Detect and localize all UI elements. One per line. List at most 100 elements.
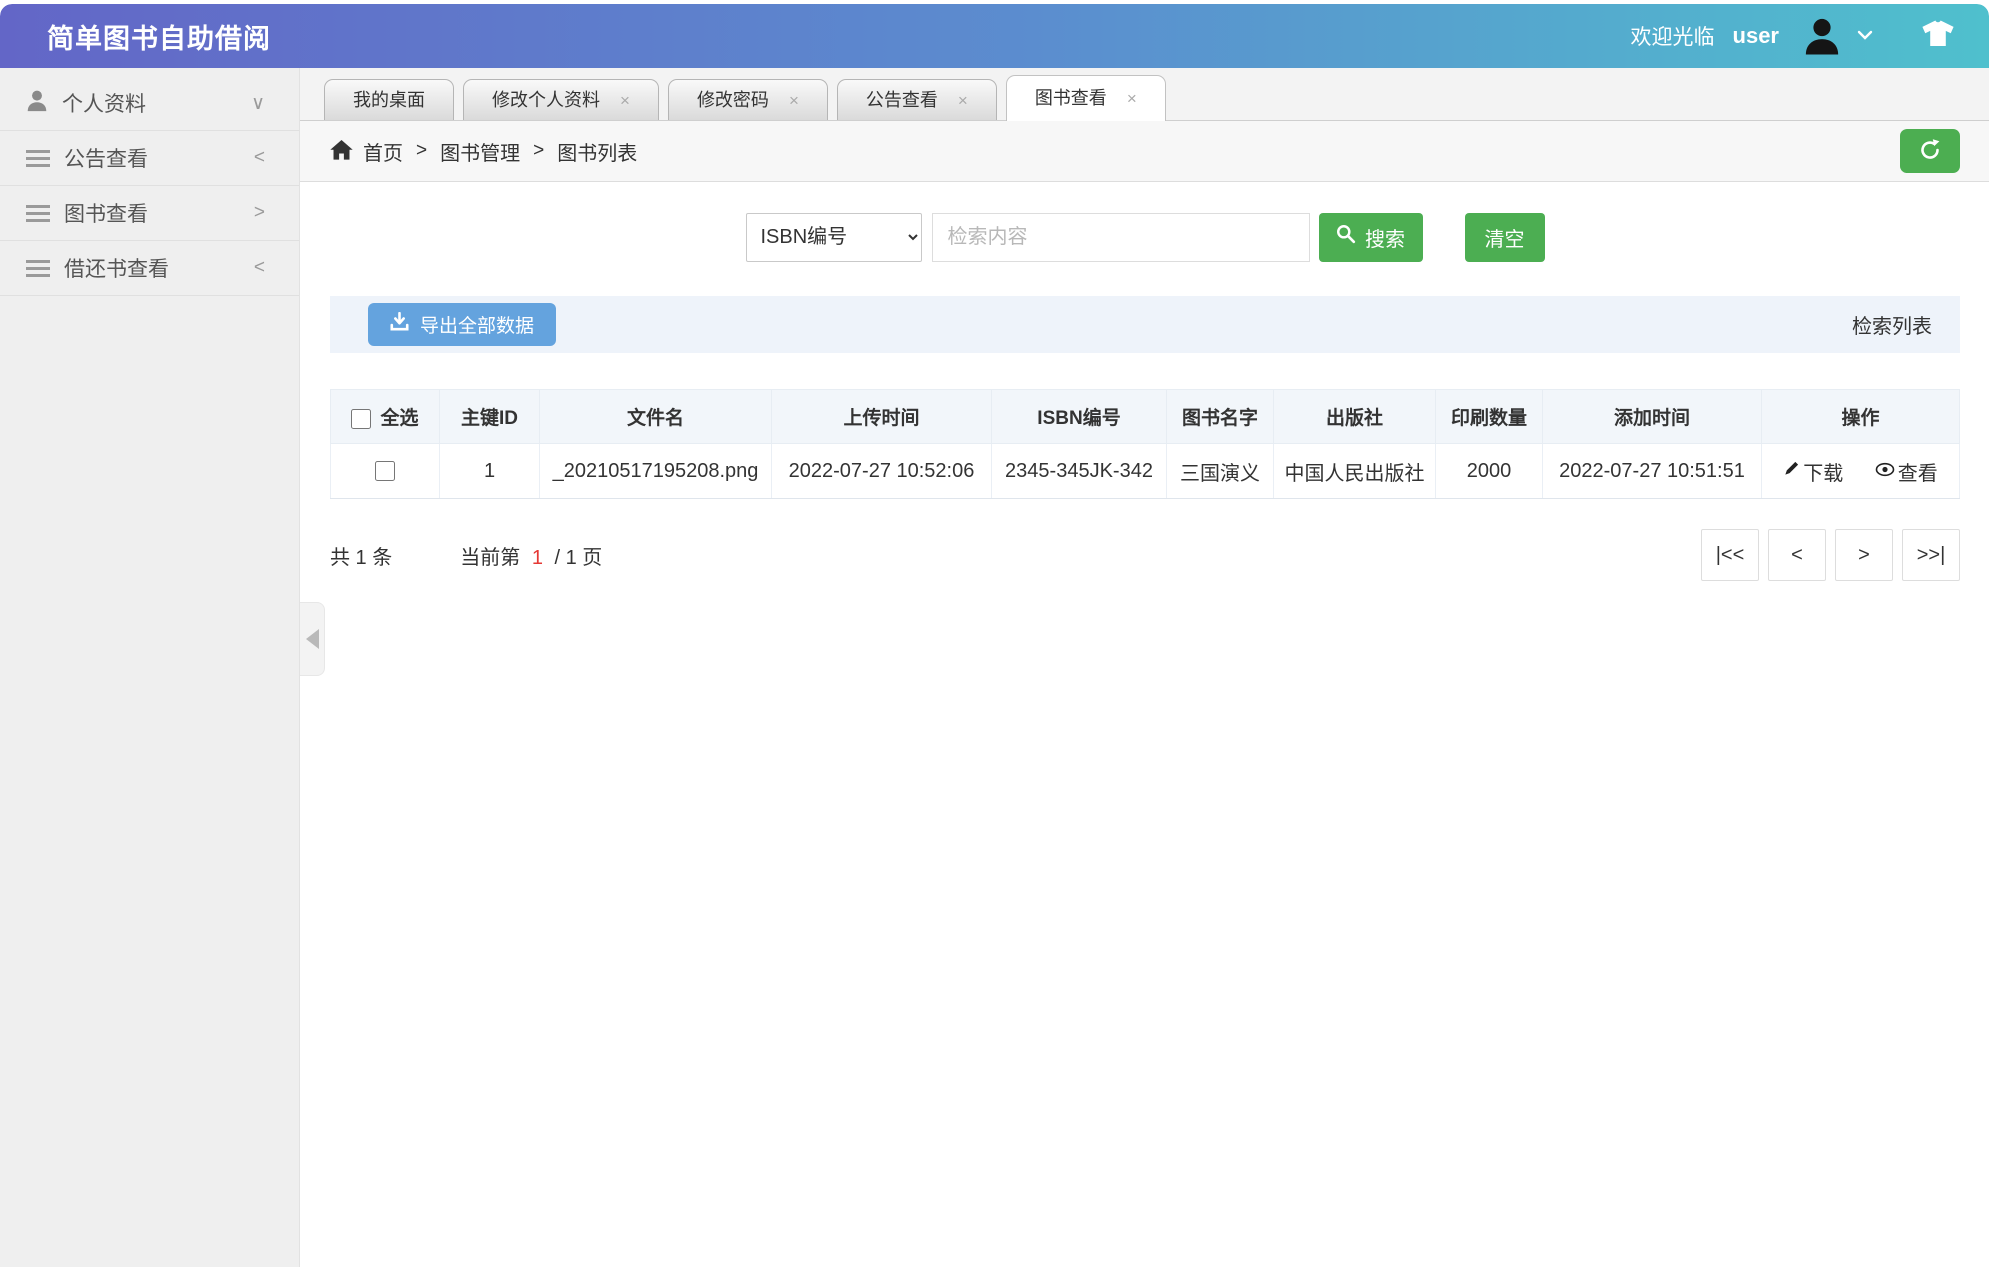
select-all-label: 全选 (380, 408, 418, 429)
sidebar-item-borrow-return[interactable]: 借还书查看 < (0, 241, 299, 296)
search-input[interactable] (932, 213, 1310, 262)
refresh-icon (1917, 137, 1943, 166)
current-page-number: 1 (532, 547, 543, 569)
row-checkbox[interactable] (375, 461, 395, 481)
row-isbn: 2345-345JK-342 (992, 444, 1167, 499)
column-header-operation: 操作 (1762, 390, 1960, 444)
row-select-cell (331, 444, 440, 499)
user-icon (26, 89, 48, 118)
table-row: 1 _20210517195208.png 2022-07-27 10:52:0… (331, 444, 1960, 499)
table-header-row: 全选 主键ID 文件名 上传时间 ISBN编号 图书名字 出版社 印刷数量 添加… (331, 390, 1960, 444)
tab-edit-profile[interactable]: 修改个人资料 × (463, 79, 659, 120)
breadcrumb-book-list[interactable]: 图书列表 (557, 137, 637, 166)
column-header-print-count: 印刷数量 (1436, 390, 1543, 444)
pencil-icon (1783, 460, 1800, 483)
pagination: 共 1 条 当前第 1 / 1 页 |<< < > >>| (330, 529, 1960, 581)
search-field-select[interactable]: ISBN编号 (746, 213, 922, 262)
close-icon[interactable]: × (958, 81, 968, 120)
breadcrumb: 首页 > 图书管理 > 图书列表 (300, 121, 1989, 182)
row-upload-time: 2022-07-27 10:52:06 (772, 444, 992, 499)
search-button[interactable]: 搜索 (1319, 213, 1423, 262)
close-icon[interactable]: × (789, 81, 799, 120)
search-button-label: 搜索 (1365, 223, 1405, 252)
column-header-id: 主键ID (440, 390, 540, 444)
books-table: 全选 主键ID 文件名 上传时间 ISBN编号 图书名字 出版社 印刷数量 添加… (330, 389, 1960, 499)
sidebar-item-label: 公告查看 (64, 143, 148, 173)
close-icon[interactable]: × (1127, 79, 1137, 118)
tab-bar: 我的桌面 修改个人资料 × 修改密码 × 公告查看 × 图书查看 × (300, 68, 1989, 121)
column-header-file-name: 文件名 (540, 390, 772, 444)
tab-books-active[interactable]: 图书查看 × (1006, 75, 1166, 121)
select-all-checkbox[interactable] (351, 409, 371, 429)
breadcrumb-home[interactable]: 首页 (363, 137, 403, 166)
sidebar-item-label: 图书查看 (64, 198, 148, 228)
current-page-text: 当前第 1 / 1 页 (460, 541, 602, 570)
tab-label: 修改密码 (697, 81, 769, 120)
app-window: 简单图书自助借阅 欢迎光临 user 个人资料 ∨ (0, 4, 1989, 1267)
tab-label: 修改个人资料 (492, 81, 600, 120)
last-page-button[interactable]: >>| (1902, 529, 1960, 581)
sidebar-item-label: 个人资料 (62, 88, 146, 118)
export-all-label: 导出全部数据 (420, 311, 534, 338)
tab-label: 公告查看 (866, 81, 938, 120)
tab-announcements[interactable]: 公告查看 × (837, 79, 997, 120)
chevron-right-icon: > (254, 202, 265, 224)
refresh-button[interactable] (1900, 129, 1960, 173)
welcome-text: 欢迎光临 (1631, 21, 1715, 51)
search-icon (1336, 224, 1356, 250)
prev-page-button[interactable]: < (1768, 529, 1826, 581)
tab-change-password[interactable]: 修改密码 × (668, 79, 828, 120)
row-file-name: _20210517195208.png (540, 444, 772, 499)
sidebar-item-profile[interactable]: 个人资料 ∨ (0, 76, 299, 131)
row-publisher: 中国人民出版社 (1274, 444, 1436, 499)
search-area: ISBN编号 搜索 清空 (300, 212, 1989, 262)
sidebar: 个人资料 ∨ 公告查看 < 图书查看 > 借还书查看 < (0, 68, 300, 1267)
sidebar-item-books[interactable]: 图书查看 > (0, 186, 299, 241)
next-page-button[interactable]: > (1835, 529, 1893, 581)
download-link[interactable]: 下载 (1783, 457, 1843, 486)
app-header: 简单图书自助借阅 欢迎光临 user (0, 4, 1989, 68)
user-menu-chevron-down-icon[interactable] (1857, 27, 1873, 45)
download-link-label: 下载 (1803, 457, 1843, 486)
theme-tshirt-icon[interactable] (1921, 20, 1955, 53)
eye-icon (1875, 460, 1895, 483)
column-header-isbn: ISBN编号 (992, 390, 1167, 444)
pager-buttons: |<< < > >>| (1701, 529, 1960, 581)
export-all-button[interactable]: 导出全部数据 (368, 303, 556, 346)
column-header-add-time: 添加时间 (1543, 390, 1762, 444)
row-operation-cell: 下载 查看 (1762, 444, 1960, 499)
total-pages-text: / 1 页 (555, 547, 603, 569)
sidebar-collapse-handle[interactable] (300, 602, 325, 676)
menu-icon (26, 260, 50, 277)
row-id: 1 (440, 444, 540, 499)
chevron-left-icon: < (254, 257, 265, 279)
home-icon (330, 140, 353, 166)
user-avatar-icon[interactable] (1803, 16, 1841, 56)
app-title: 简单图书自助借阅 (0, 17, 271, 56)
triangle-left-icon (306, 629, 319, 649)
main-content: 我的桌面 修改个人资料 × 修改密码 × 公告查看 × 图书查看 × (300, 68, 1989, 1267)
column-header-upload-time: 上传时间 (772, 390, 992, 444)
current-page-prefix: 当前第 (460, 547, 520, 569)
row-print-count: 2000 (1436, 444, 1543, 499)
clear-button[interactable]: 清空 (1465, 213, 1545, 262)
header-user-area: 欢迎光临 user (1631, 16, 1989, 56)
close-icon[interactable]: × (620, 81, 630, 120)
first-page-button[interactable]: |<< (1701, 529, 1759, 581)
select-all-header: 全选 (331, 390, 440, 444)
tab-label: 我的桌面 (353, 81, 425, 120)
download-icon (390, 312, 409, 337)
view-link[interactable]: 查看 (1875, 457, 1938, 486)
chevron-left-icon: < (254, 147, 265, 169)
sidebar-item-announcements[interactable]: 公告查看 < (0, 131, 299, 186)
menu-icon (26, 150, 50, 167)
list-title: 检索列表 (1852, 310, 1932, 339)
view-link-label: 查看 (1898, 457, 1938, 486)
breadcrumb-book-management[interactable]: 图书管理 (440, 137, 520, 166)
menu-icon (26, 205, 50, 222)
clear-button-label: 清空 (1485, 223, 1525, 252)
tab-my-desktop[interactable]: 我的桌面 (324, 79, 454, 120)
breadcrumb-separator: > (533, 140, 544, 162)
breadcrumb-separator: > (416, 140, 427, 162)
row-add-time: 2022-07-27 10:51:51 (1543, 444, 1762, 499)
